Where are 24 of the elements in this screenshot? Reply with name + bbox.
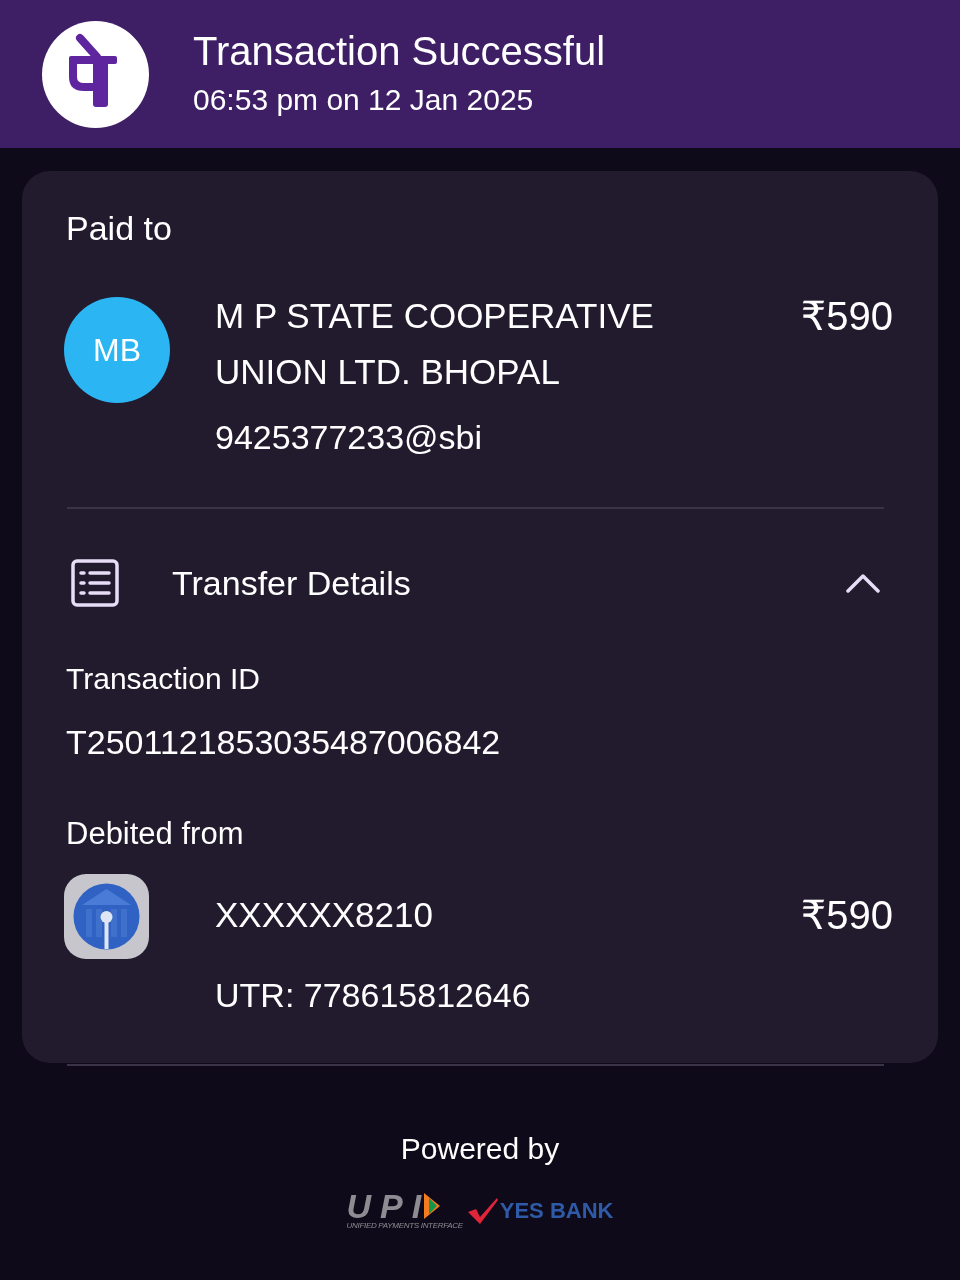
amount: ₹590 [800,293,893,340]
debited-amount: ₹590 [800,892,893,939]
upi-id: 9425377233@sbi [215,417,484,457]
payment-logo-text: UPI [346,1191,431,1221]
transfer-details-title: Transfer Details [172,563,411,604]
check-icon [466,1197,499,1225]
paid-to-label: Paid to [66,208,173,248]
avatar: MB [64,297,170,403]
transaction-time: 06:53 pm on 12 Jan 2025 [193,82,535,118]
debited-from-label: Debited from [66,815,245,853]
app-logo-icon [42,20,149,128]
payee-name: M P STATE COOPERATIVE UNION LTD. BHOPAL [215,295,655,393]
transaction-status-title: Transaction Successful [193,28,606,74]
chevron-up-icon[interactable] [846,573,880,593]
bank-icon [64,874,149,959]
logo-tagline: UNIFIED PAYMENTS INTERFACE [346,1221,463,1231]
bank-logo-text: YES BANK [499,1197,614,1225]
powered-by-text: Powered by [400,1131,560,1167]
transaction-id: T2501121853035487006842 [66,722,502,762]
account-number: XXXXXX8210 [215,894,433,936]
arrow-icon [424,1193,441,1219]
transaction-id-label: Transaction ID [66,661,261,697]
utr-number: UTR: 778615812646 [215,975,532,1015]
list-icon [71,559,119,607]
